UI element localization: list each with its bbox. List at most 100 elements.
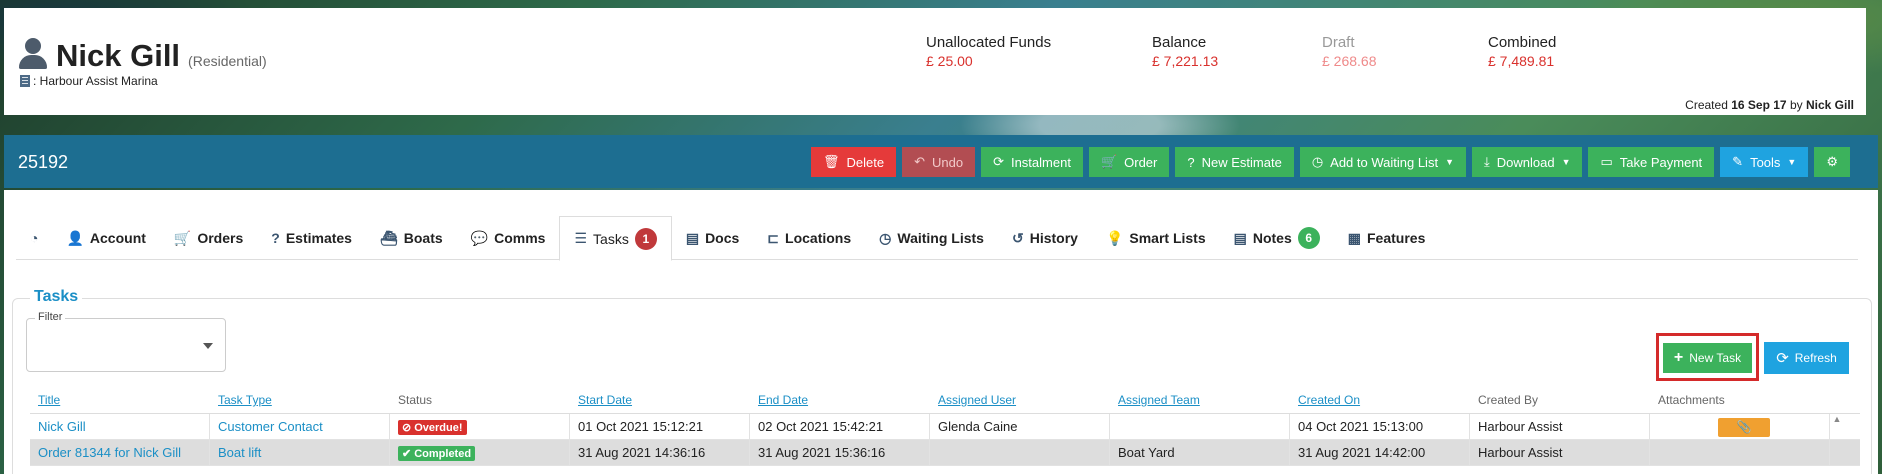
- cell-title[interactable]: Order 81344 for Nick Gill: [30, 440, 210, 465]
- repeat-icon: ⟳: [993, 154, 1004, 169]
- header-task-type[interactable]: Task Type: [210, 384, 390, 413]
- tab-notes-label: Notes: [1252, 230, 1292, 246]
- unallocated-value: £ 25.00: [926, 53, 973, 69]
- add-waiting-label: Add to Waiting List: [1330, 154, 1439, 170]
- plus-icon: +: [1673, 349, 1684, 366]
- status-badge: ⊘ Overdue!: [398, 420, 467, 435]
- tasks-count-badge: 1: [634, 227, 657, 250]
- tab-comms[interactable]: 💬 Comms: [457, 216, 560, 260]
- delete-button[interactable]: 🗑 Delete: [810, 147, 897, 177]
- cart-icon: 🛒: [1100, 154, 1118, 169]
- cell-created-on: 04 Oct 2021 15:13:00: [1290, 414, 1470, 439]
- cell-task-type[interactable]: Customer Contact: [210, 414, 390, 439]
- cell-end-date: 02 Oct 2021 15:42:21: [750, 414, 930, 439]
- filter-label: Filter: [35, 311, 66, 323]
- add-waiting-list-button[interactable]: ◷ Add to Waiting List ▼: [1299, 147, 1466, 177]
- table-row[interactable]: Nick Gill Customer Contact ⊘ Overdue! 01 …: [30, 414, 1860, 440]
- clock-icon: ◷: [1311, 154, 1324, 169]
- instalment-label: Instalment: [1010, 154, 1071, 170]
- table-row[interactable]: Order 81344 for Nick Gill Boat lift ✔ Com…: [30, 440, 1860, 466]
- tab-comms-label: Comms: [494, 230, 546, 246]
- customer-title: Nick Gill (Residential): [18, 34, 267, 74]
- balance-label: Balance: [1152, 34, 1207, 51]
- tasks-icon: ☰: [574, 230, 588, 246]
- tab-smart-lists[interactable]: 💡 Smart Lists: [1092, 216, 1220, 260]
- caret-down-icon: ▼: [1787, 157, 1797, 167]
- filter-select[interactable]: Filter: [26, 311, 226, 372]
- tab-estimates-label: Estimates: [285, 230, 352, 246]
- download-icon: ⤓: [1483, 154, 1490, 169]
- order-button[interactable]: 🛒 Order: [1088, 147, 1170, 177]
- action-bar: 25192 🗑 Delete ↶ Undo ⟳ Instalment 🛒 Order ?…: [4, 135, 1878, 188]
- gear-icon: ⚙: [1826, 154, 1838, 169]
- undo-button[interactable]: ↶ Undo: [902, 147, 976, 177]
- refresh-button[interactable]: ⟳ Refresh: [1764, 342, 1849, 374]
- tab-estimates[interactable]: ? Estimates: [257, 216, 366, 260]
- cell-assigned-team: Boat Yard: [1110, 440, 1290, 465]
- caret-down-icon: [203, 343, 213, 349]
- cell-created-by: Harbour Assist: [1470, 440, 1650, 465]
- tab-waiting-lists[interactable]: ◷ Waiting Lists: [865, 216, 998, 260]
- new-task-button[interactable]: + New Task: [1663, 343, 1752, 373]
- header-end-date[interactable]: End Date: [750, 384, 930, 413]
- tab-boats[interactable]: ⛴ Boats: [366, 216, 457, 260]
- paperclip-icon[interactable]: 📎: [1718, 418, 1770, 437]
- instalment-button[interactable]: ⟳ Instalment: [981, 147, 1083, 177]
- cell-title[interactable]: Nick Gill: [30, 414, 210, 439]
- header-attachments: Attachments: [1658, 393, 1725, 407]
- cell-assigned-team: [1110, 414, 1290, 439]
- tab-orders[interactable]: 🛒 Orders: [160, 216, 257, 260]
- cell-attachments: 📎: [1650, 414, 1830, 439]
- tab-account-label: Account: [89, 230, 146, 246]
- draft: Draft £ 268.68: [1322, 34, 1377, 69]
- new-estimate-button[interactable]: ? New Estimate: [1175, 147, 1294, 177]
- scroll-up-arrow[interactable]: ▲: [1830, 414, 1844, 428]
- history-icon: ↺: [1011, 229, 1024, 246]
- settings-button[interactable]: ⚙: [1814, 147, 1850, 177]
- status-badge: ✔ Completed: [398, 446, 476, 461]
- tab-waiting-lists-label: Waiting Lists: [897, 230, 984, 246]
- undo-label: Undo: [931, 154, 964, 170]
- bed-icon: ⊏: [767, 229, 780, 246]
- draft-value: £ 268.68: [1322, 53, 1377, 69]
- caret-down-icon: ▼: [1445, 157, 1454, 167]
- take-payment-button[interactable]: ▭ Take Payment: [1588, 147, 1715, 177]
- question-icon: ?: [271, 230, 280, 246]
- tab-notes[interactable]: ▤ Notes 6: [1220, 216, 1334, 260]
- tab-bar: ◔ 👤 Account 🛒 Orders ? Estimates ⛴ Boats 💬 Co…: [16, 216, 1858, 261]
- status-text: Overdue!: [414, 421, 463, 434]
- tab-smart-lists-label: Smart Lists: [1129, 230, 1206, 246]
- download-label: Download: [1496, 154, 1555, 170]
- cell-task-type[interactable]: Boat lift: [210, 440, 390, 465]
- question-icon: ?: [1187, 154, 1195, 170]
- tab-features[interactable]: ▦ Features: [1334, 216, 1440, 260]
- note-icon: ▤: [1233, 229, 1247, 246]
- unallocated-funds: Unallocated Funds £ 25.00: [926, 34, 1051, 69]
- created-by-word: by: [1789, 98, 1803, 112]
- balance: Balance £ 7,221.13: [1152, 34, 1218, 69]
- header-created-on[interactable]: Created On: [1290, 384, 1470, 413]
- combined-value: £ 7,489.81: [1488, 53, 1555, 69]
- header-assigned-user[interactable]: Assigned User: [930, 384, 1110, 413]
- customer-type: (Residential): [188, 53, 267, 69]
- tab-account[interactable]: 👤 Account: [52, 216, 159, 260]
- header-status: Status: [398, 393, 433, 407]
- document-icon: ▤: [685, 229, 700, 246]
- header-title[interactable]: Title: [30, 384, 210, 413]
- download-button[interactable]: ⤓ Download ▼: [1471, 147, 1583, 177]
- lightbulb-icon: 💡: [1105, 229, 1124, 246]
- cell-start-date: 31 Aug 2021 14:36:16: [570, 440, 750, 465]
- cell-status: ✔ Completed: [390, 440, 570, 465]
- tab-locations[interactable]: ⊏ Locations: [753, 216, 865, 260]
- caret-down-icon: ▼: [1561, 157, 1571, 167]
- header-assigned-team[interactable]: Assigned Team: [1110, 384, 1290, 413]
- tab-history[interactable]: ↺ History: [998, 216, 1092, 260]
- tab-docs[interactable]: ▤ Docs: [672, 216, 753, 260]
- tab-tasks[interactable]: ☰ Tasks 1: [559, 216, 672, 261]
- delete-label: Delete: [846, 154, 885, 170]
- new-estimate-label: New Estimate: [1201, 154, 1282, 170]
- tab-dashboard[interactable]: ◔: [16, 216, 52, 260]
- tools-button[interactable]: ✎ Tools ▼: [1720, 147, 1809, 177]
- header-start-date[interactable]: Start Date: [570, 384, 750, 413]
- cell-assigned-user: [930, 440, 1110, 465]
